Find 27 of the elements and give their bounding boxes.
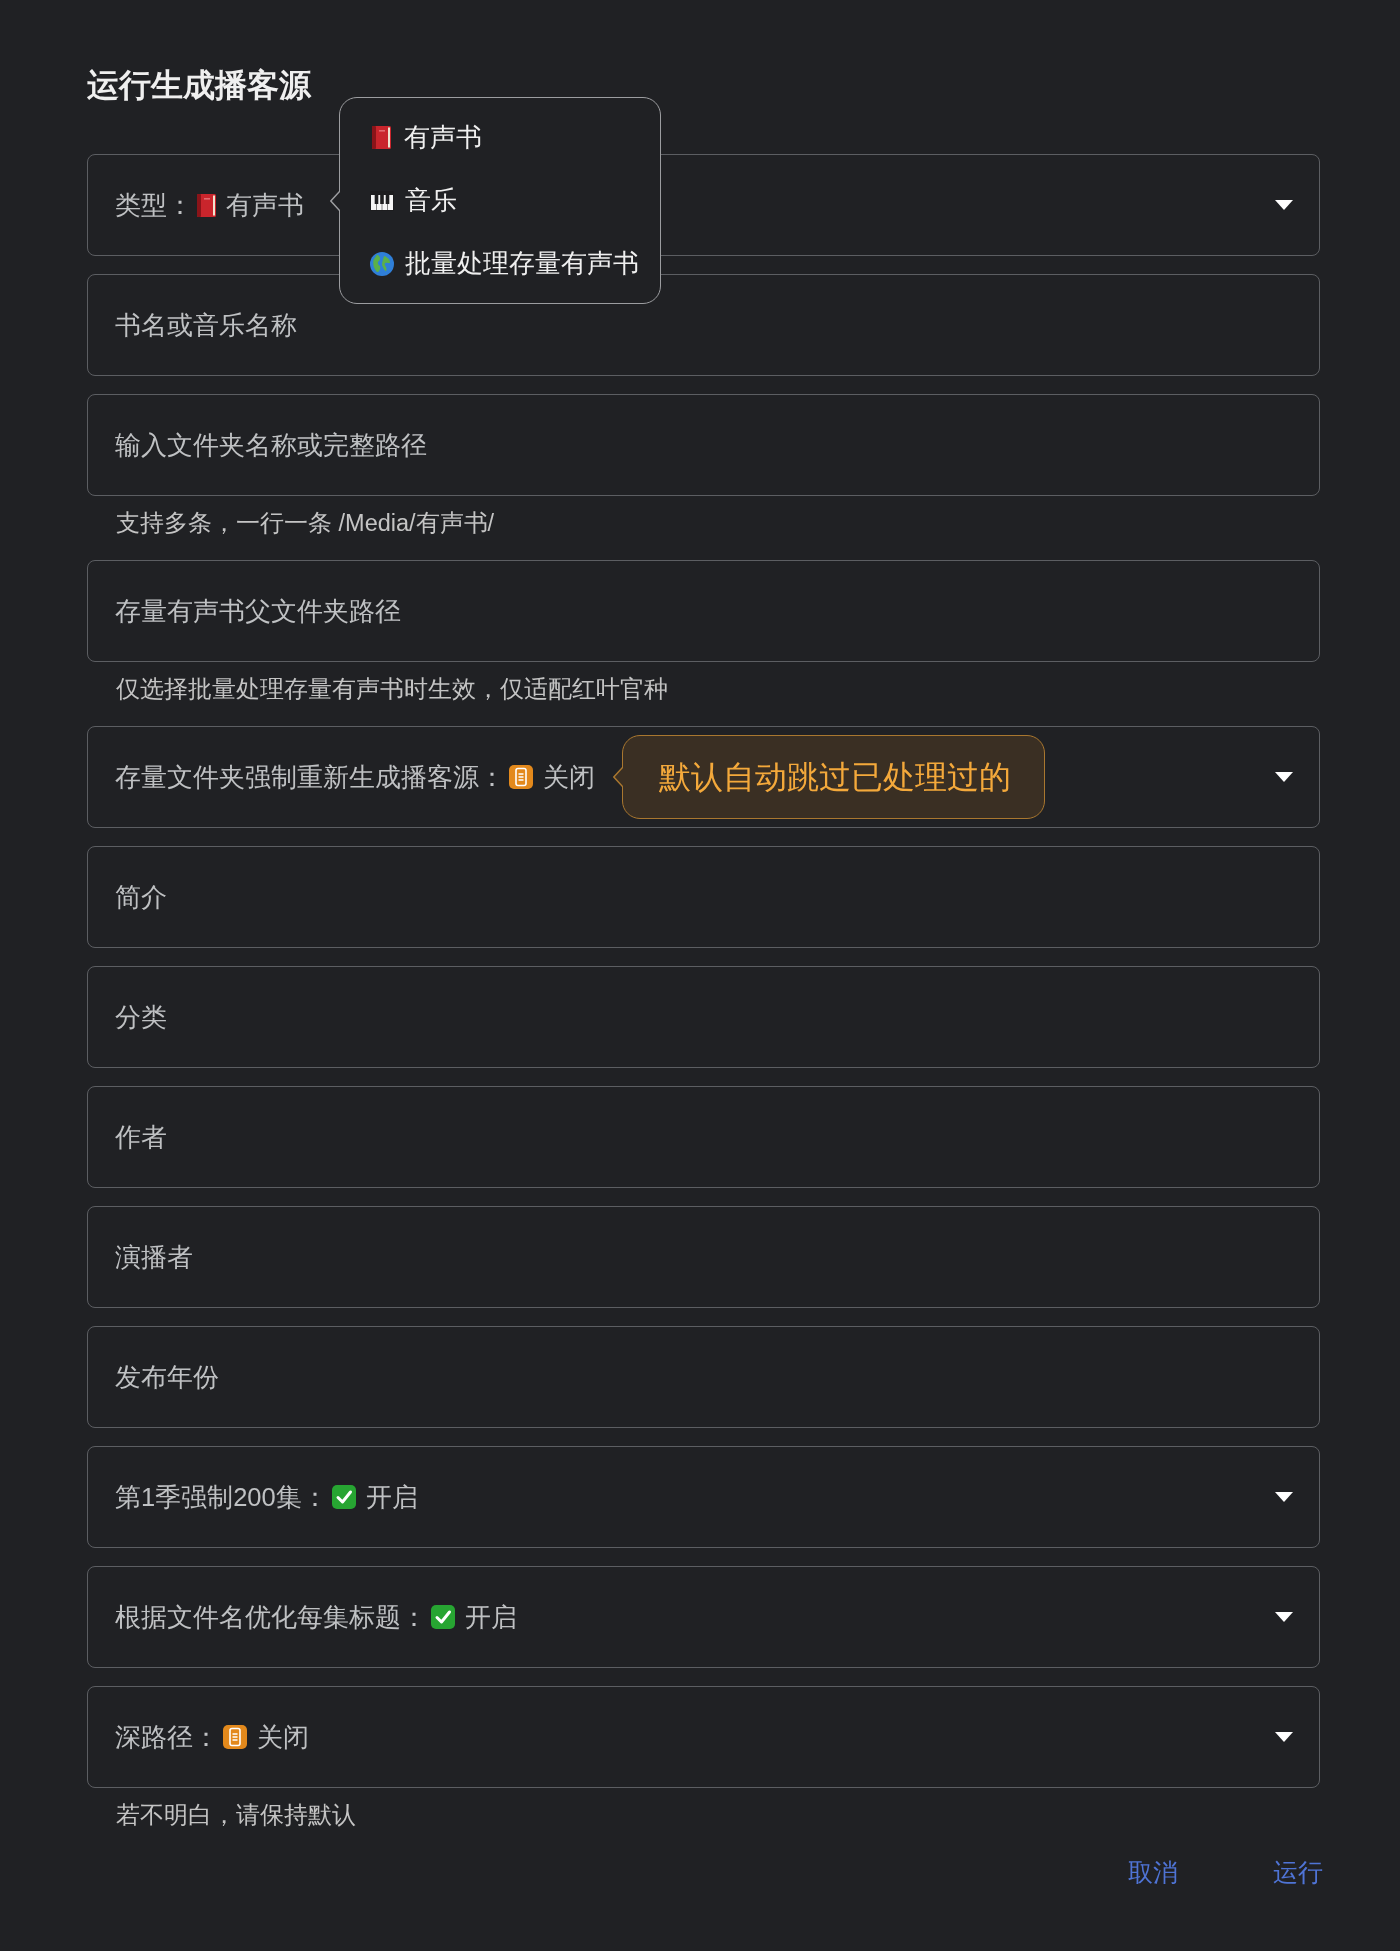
- caret-icon: [1275, 200, 1293, 210]
- run-button[interactable]: 运行: [1261, 1848, 1335, 1896]
- help-text: 仅选择批量处理存量有声书时生效，仅适配红叶官种: [115, 675, 668, 704]
- select-field[interactable]: 第1季强制200集： 开启: [87, 1446, 1320, 1548]
- caret-icon: [1275, 1732, 1293, 1742]
- menu-item[interactable]: 音乐: [339, 169, 660, 232]
- piano-icon: [369, 190, 394, 211]
- cancel-button[interactable]: 取消: [1116, 1848, 1190, 1896]
- text-field[interactable]: 作者: [87, 1086, 1320, 1188]
- caret-icon: [1275, 1612, 1293, 1622]
- text-field[interactable]: 简介: [87, 846, 1320, 948]
- text-field[interactable]: 输入文件夹名称或完整路径: [87, 394, 1320, 496]
- book-icon: [371, 126, 391, 149]
- select-field[interactable]: 根据文件名优化每集标题： 开启: [87, 1566, 1320, 1668]
- dialog-title: 运行生成播客源: [87, 66, 311, 104]
- globe-icon: [369, 251, 394, 276]
- select-field[interactable]: 深路径： 关闭: [87, 1686, 1320, 1788]
- caret-icon: [1275, 772, 1293, 782]
- text-field[interactable]: 发布年份: [87, 1326, 1320, 1428]
- caret-icon: [1275, 1492, 1293, 1502]
- tooltip: 默认自动跳过已处理过的: [613, 735, 1045, 819]
- help-text: 若不明白，请保持默认: [115, 1801, 356, 1830]
- text-field[interactable]: 分类: [87, 966, 1320, 1068]
- text-field[interactable]: 存量有声书父文件夹路径: [87, 560, 1320, 662]
- help-text: 支持多条，一行一条 /Media/有声书/: [115, 509, 495, 538]
- book-icon: [197, 193, 216, 217]
- text-field[interactable]: 演播者: [87, 1206, 1320, 1308]
